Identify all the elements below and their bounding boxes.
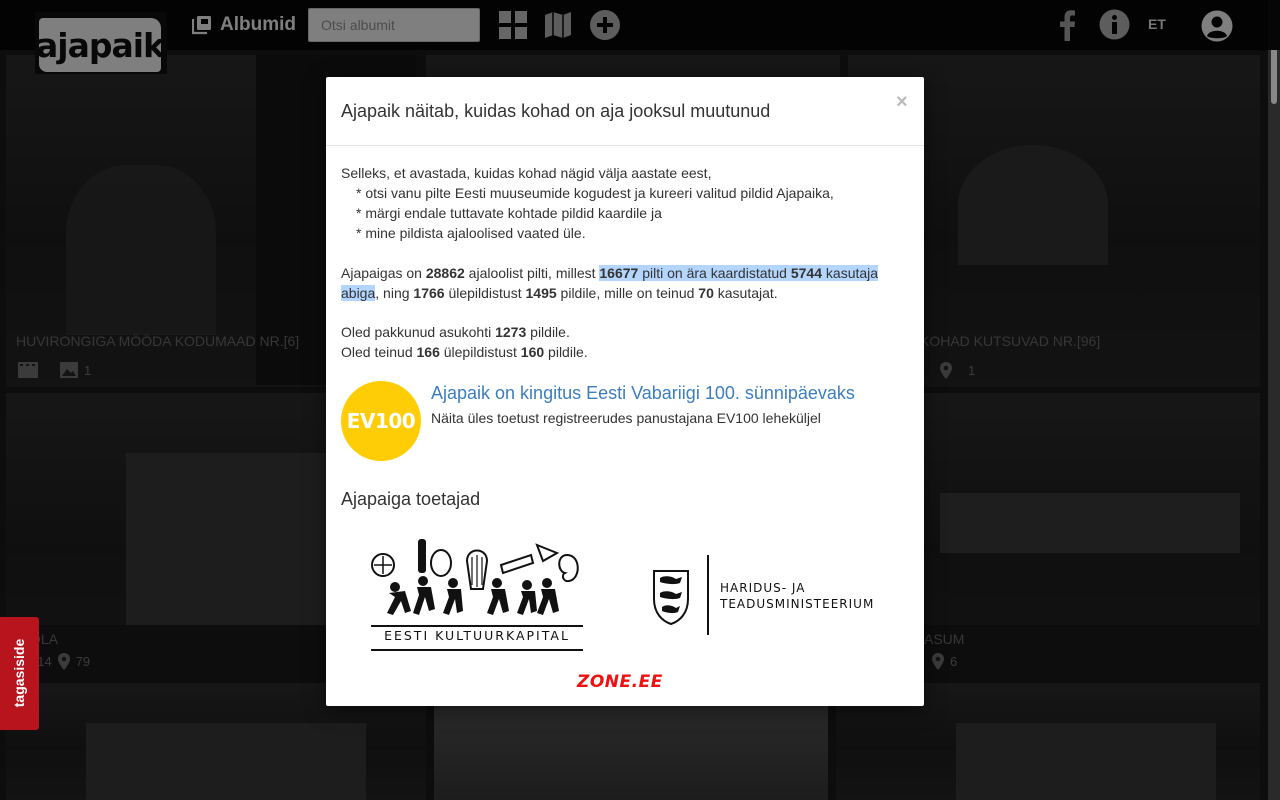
kultuurkapital-text: EESTI KULTUURKAPITAL xyxy=(384,628,570,643)
close-icon[interactable]: × xyxy=(896,91,908,114)
kultuurkapital-figures-icon xyxy=(371,539,579,615)
ev100-link[interactable]: Ajapaik on kingitus Eesti Vabariigi 100.… xyxy=(431,383,855,404)
list-item: * märgi endale tuttavate kohtade pildid … xyxy=(356,205,662,221)
htm-logo[interactable]: Haridus- ja Teadusministeerium xyxy=(652,555,873,637)
kultuurkapital-logo[interactable]: EESTI KULTUURKAPITAL xyxy=(371,535,583,655)
page-scrollbar[interactable] xyxy=(1268,0,1280,800)
zone-logo[interactable]: ZONE.EE xyxy=(577,672,663,692)
user-rephoto-stat: Oled teinud 166 ülepildistust 160 pildil… xyxy=(341,344,588,360)
intro-text: Selleks, et avastada, kuidas kohad nägid… xyxy=(341,165,712,181)
user-located-stat: Oled pakkunud asukohti 1273 pildile. xyxy=(341,324,570,340)
modal-header: Ajapaik näitab, kuidas kohad on aja jook… xyxy=(326,77,924,146)
list-item: * otsi vanu pilte Eesti muuseumide kogud… xyxy=(356,185,834,201)
ev100-promo: EV100 Ajapaik on kingitus Eesti Vabariig… xyxy=(341,381,911,463)
ev100-subtitle: Näita üles toetust registreerudes panust… xyxy=(431,410,821,426)
sponsors-heading: Ajapaiga toetajad xyxy=(341,489,481,509)
modal-body: Selleks, et avastada, kuidas kohad nägid… xyxy=(341,163,906,362)
modal-title: Ajapaik näitab, kuidas kohad on aja jook… xyxy=(341,101,771,121)
htm-text: Haridus- ja Teadusministeerium xyxy=(720,581,875,611)
list-item: * mine pildista ajaloolised vaated üle. xyxy=(356,225,586,241)
about-modal: Ajapaik näitab, kuidas kohad on aja jook… xyxy=(326,77,924,706)
ev100-logo[interactable]: EV100 xyxy=(341,381,421,461)
coat-of-arms-icon xyxy=(653,570,689,625)
feedback-tab[interactable]: tagasiside xyxy=(0,617,39,730)
feedback-label: tagasiside xyxy=(11,638,27,708)
site-statistics: Ajapaigas on 28862 ajaloolist pilti, mil… xyxy=(341,265,879,301)
